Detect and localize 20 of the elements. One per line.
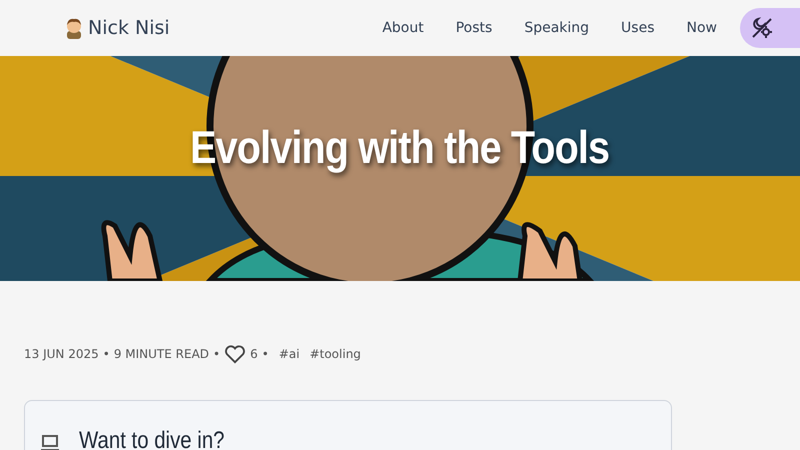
tag-link[interactable]: #ai: [278, 347, 300, 361]
theme-toggle-button[interactable]: [740, 8, 800, 48]
like-count: 6: [250, 347, 258, 361]
separator-dot: •: [213, 347, 220, 361]
separator-dot: •: [102, 347, 110, 361]
separator-dot: •: [262, 347, 269, 361]
nav-link[interactable]: Uses: [605, 20, 670, 36]
nav-link[interactable]: Posts: [440, 20, 508, 36]
read-time: 9 MINUTE READ: [114, 347, 210, 361]
tag-link[interactable]: #tooling: [310, 347, 361, 361]
nav-link[interactable]: Now: [670, 20, 733, 36]
post-date: 13 JUN 2025: [24, 347, 99, 361]
nav-link[interactable]: Speaking: [508, 20, 606, 36]
card-heading: Want to dive in?: [79, 427, 225, 450]
site-logo-link[interactable]: Nick Nisi: [64, 17, 170, 39]
laptop-icon: [41, 435, 59, 450]
nav-link[interactable]: About: [366, 20, 440, 36]
avatar-icon: [64, 17, 84, 39]
heart-icon[interactable]: [224, 344, 246, 364]
moon-sun-icon: [750, 16, 774, 40]
